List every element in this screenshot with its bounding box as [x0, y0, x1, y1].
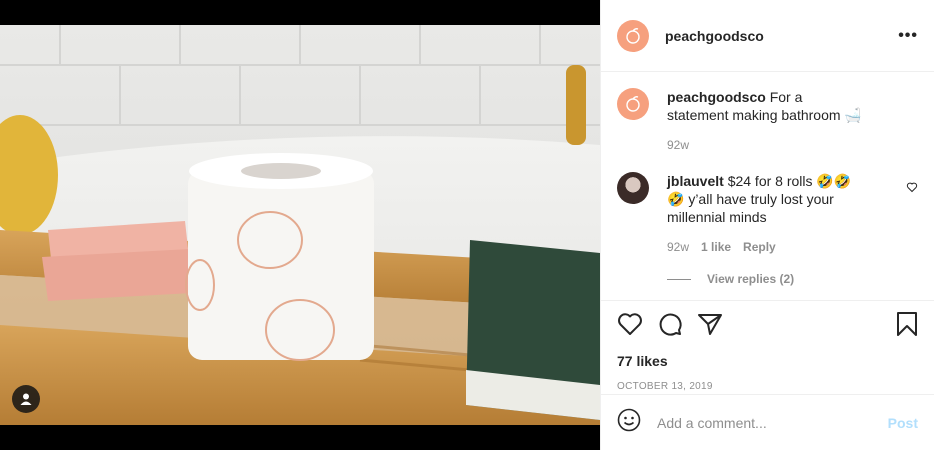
peach-avatar[interactable] [617, 19, 649, 52]
reply-button[interactable]: Reply [743, 238, 776, 256]
comment-meta: 92w 1 like Reply [667, 238, 867, 256]
emoji-button[interactable] [617, 408, 641, 437]
comment-row: jblauvelt $24 for 8 rolls 🤣🤣 🤣 y’all hav… [617, 172, 918, 256]
heart-icon [618, 312, 642, 335]
tagged-users-button[interactable] [12, 385, 40, 413]
caption-body: peachgoodsco For a statement making bath… [667, 88, 867, 154]
instagram-post: peachgoodsco ••• peachgoodsco For a stat… [0, 0, 934, 450]
heart-icon [906, 182, 918, 193]
comment-age[interactable]: 92w [667, 238, 689, 256]
post-comment-button[interactable]: Post [888, 415, 918, 431]
bathroom-photo [0, 25, 600, 425]
bookmark-icon [897, 311, 917, 336]
view-replies-button[interactable]: View replies (2) [667, 272, 918, 286]
action-icons [617, 311, 918, 342]
commenter-avatar[interactable] [617, 172, 649, 204]
comment-body: jblauvelt $24 for 8 rolls 🤣🤣 🤣 y’all hav… [667, 172, 867, 256]
send-paper-plane-icon [698, 313, 722, 335]
post-actions: 77 likes OCTOBER 13, 2019 [601, 300, 934, 392]
post-media [0, 0, 600, 450]
smiley-icon [617, 408, 641, 432]
like-button[interactable] [617, 312, 643, 341]
comment-button[interactable] [657, 311, 683, 342]
user-icon [20, 393, 32, 405]
comment-like-button[interactable] [906, 180, 918, 198]
comment-likes[interactable]: 1 like [701, 238, 731, 256]
header-username[interactable]: peachgoodsco [665, 28, 764, 44]
caption-age[interactable]: 92w [667, 136, 689, 154]
add-comment-bar: Post [601, 394, 934, 450]
comment-username[interactable]: jblauvelt [667, 173, 724, 189]
caption-avatar[interactable] [617, 88, 649, 120]
comments-section: peachgoodsco For a statement making bath… [601, 72, 934, 300]
post-date[interactable]: OCTOBER 13, 2019 [617, 381, 918, 392]
post-sidebar: peachgoodsco ••• peachgoodsco For a stat… [600, 0, 934, 450]
caption-row: peachgoodsco For a statement making bath… [617, 88, 918, 154]
view-replies-label: View replies (2) [707, 272, 795, 286]
save-button[interactable] [896, 311, 918, 342]
caption-meta: 92w [667, 136, 867, 154]
comment-input[interactable] [657, 414, 888, 431]
likes-count[interactable]: 77 likes [617, 353, 918, 369]
share-button[interactable] [697, 312, 723, 341]
post-photo[interactable] [0, 25, 600, 425]
replies-divider-line [667, 278, 691, 280]
caption-username[interactable]: peachgoodsco [667, 89, 766, 105]
comment-bubble-icon [659, 313, 682, 336]
peach-logo-icon [626, 96, 640, 112]
post-header: peachgoodsco ••• [601, 0, 934, 72]
peach-logo-icon [626, 27, 640, 44]
more-options-button[interactable]: ••• [898, 27, 918, 45]
